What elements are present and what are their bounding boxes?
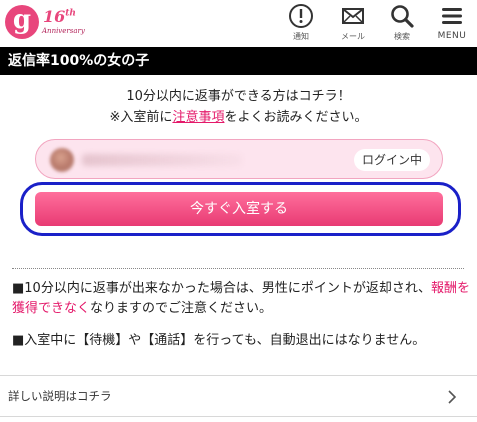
intro-line-1: 10分以内に返事ができる方はコチラ！ — [126, 89, 351, 104]
search-button[interactable]: 検索 — [380, 3, 424, 43]
mail-icon — [342, 8, 364, 24]
menu-button[interactable]: MENU — [430, 3, 474, 43]
note-refund: ■10分以内に返事が出来なかった場合は、男性にポイントが返却され、報酬を獲得でき… — [12, 281, 470, 316]
blurred-user-name — [82, 154, 242, 166]
notes: ■10分以内に返事が出来なかった場合は、男性にポイントが返却され、報酬を獲得でき… — [12, 279, 470, 363]
logo-anniversary-text: Anniversary — [42, 27, 85, 35]
enter-now-button[interactable]: 今すぐ入室する — [35, 192, 443, 226]
menu-icon — [442, 8, 462, 24]
menu-label: MENU — [437, 31, 467, 41]
logo-letter: g — [5, 5, 39, 39]
detail-link-row[interactable]: 詳しい説明はコチラ — [0, 375, 477, 417]
notice-label: 通知 — [293, 32, 309, 41]
avatar — [50, 148, 74, 172]
dotted-divider — [12, 268, 464, 269]
notice-button[interactable]: 通知 — [279, 3, 323, 43]
login-status-badge: ログイン中 — [353, 149, 430, 171]
mail-button[interactable]: メール — [331, 3, 375, 43]
logo-anniversary-number: 16th — [43, 7, 76, 26]
site-logo[interactable]: g 16th Anniversary — [5, 5, 85, 41]
user-status-pill: ログイン中 — [35, 139, 443, 179]
search-label: 検索 — [394, 32, 410, 41]
mail-label: メール — [341, 32, 365, 41]
section-title: 返信率100%の女の子 — [0, 47, 477, 75]
header: g 16th Anniversary 通知 メール 検索 MENU — [0, 0, 477, 46]
note-auto-exit: ■入室中に【待機】や【通話】を行っても、自動退出にはなりません。 — [12, 333, 426, 348]
notice-icon — [289, 4, 313, 28]
chevron-right-icon — [448, 390, 457, 404]
detail-link-label: 詳しい説明はコチラ — [8, 389, 112, 403]
search-icon — [391, 5, 414, 28]
caution-link[interactable]: 注意事項 — [172, 110, 224, 125]
intro-text: 10分以内に返事ができる方はコチラ！ ※入室前に注意事項をよくお読みください。 — [0, 86, 477, 128]
intro-line-2: ※入室前に注意事項をよくお読みください。 — [109, 110, 368, 125]
